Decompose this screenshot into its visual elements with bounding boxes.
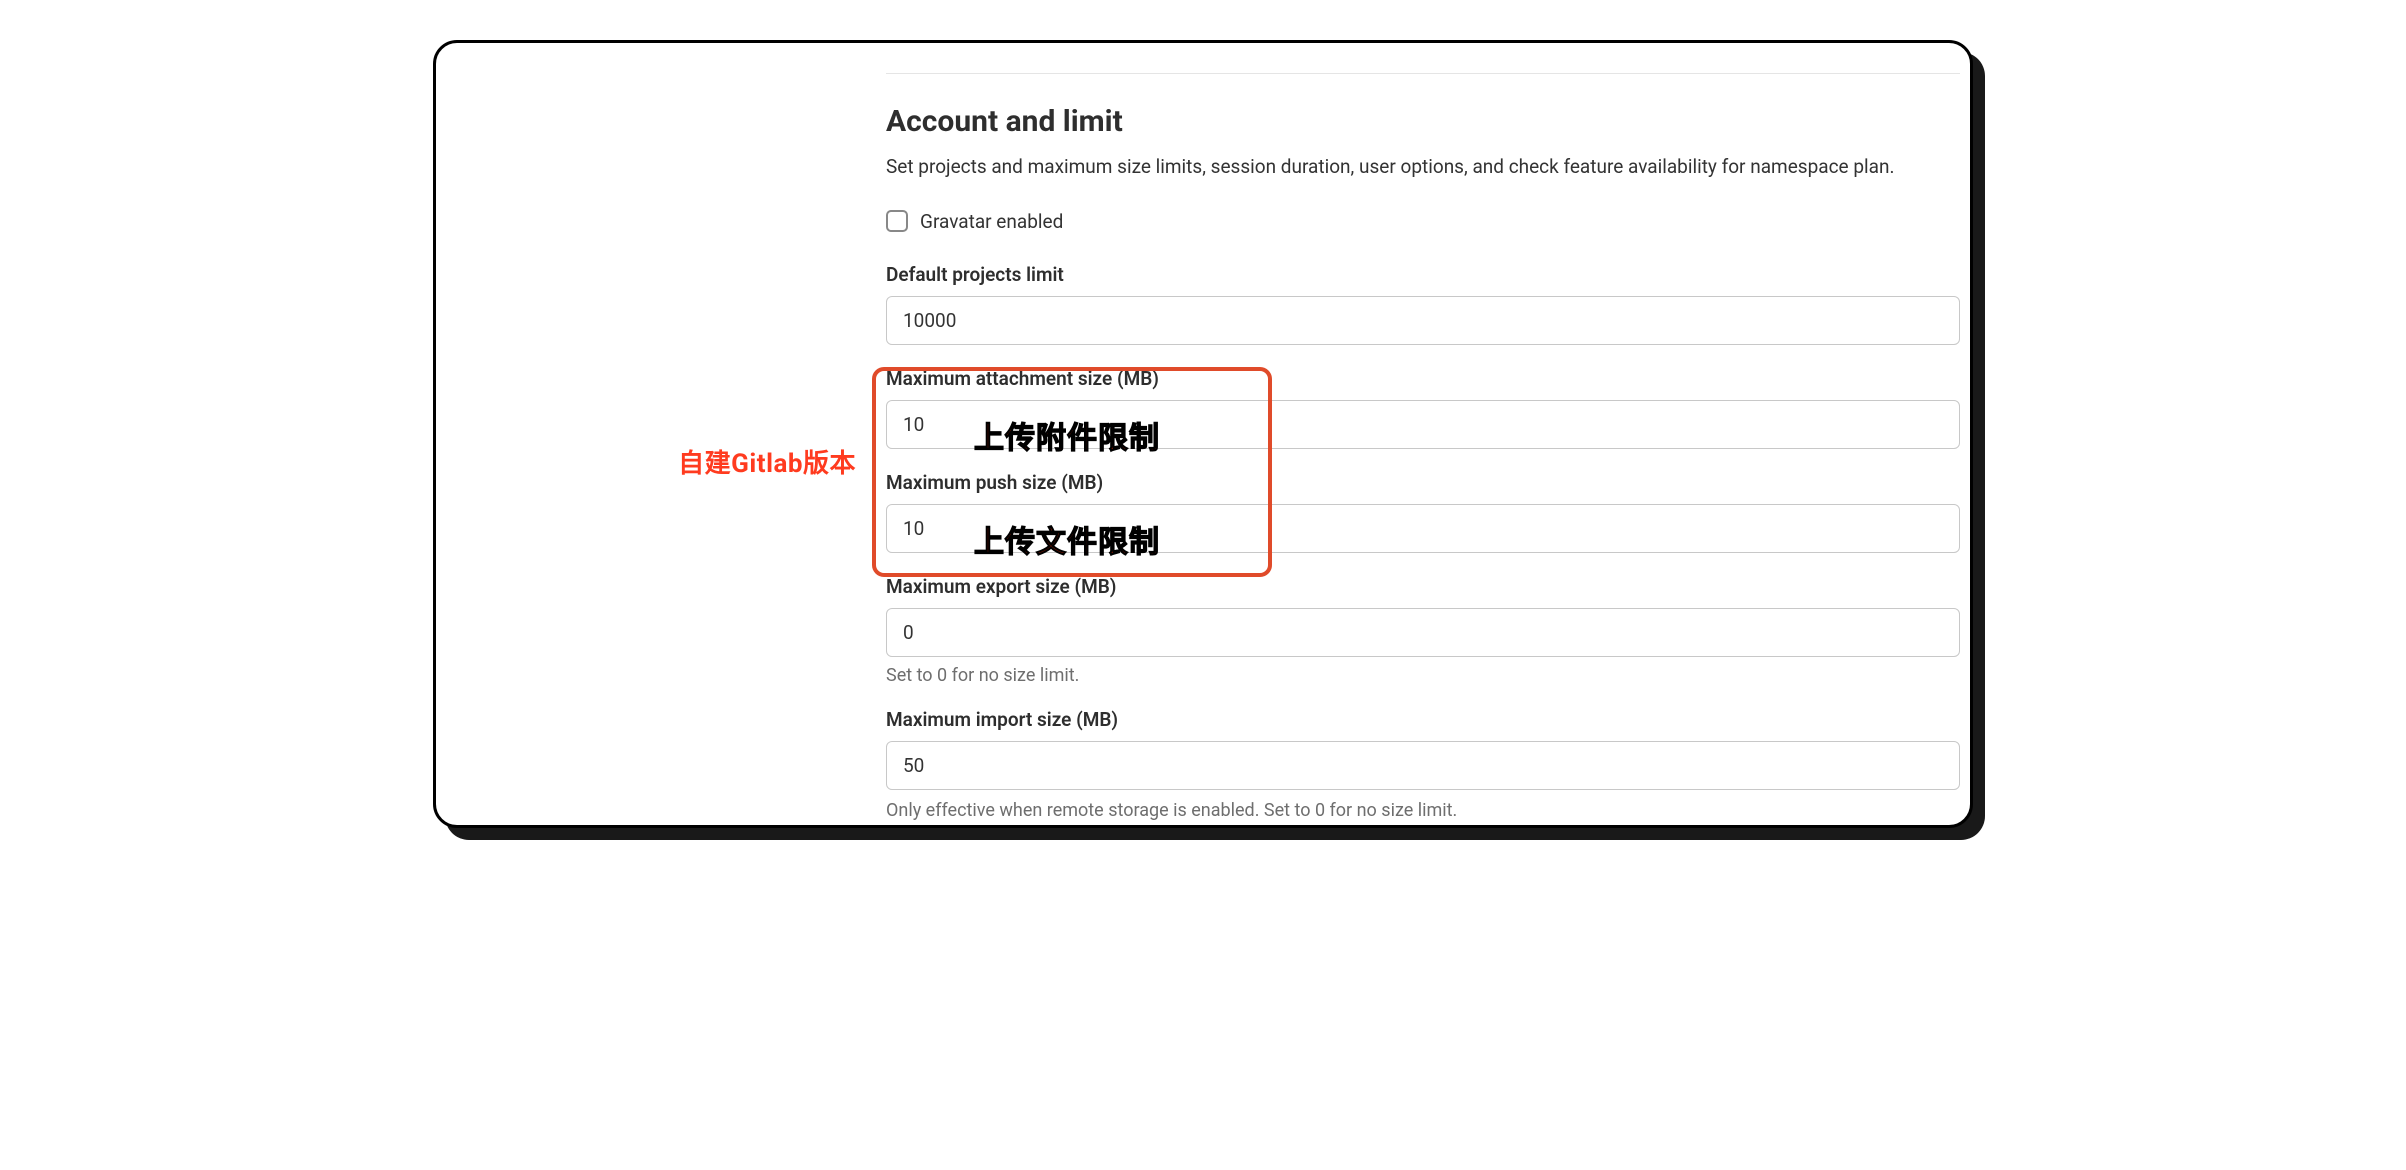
side-annotation: 自建Gitlab版本	[436, 73, 886, 480]
default-projects-limit-label: Default projects limit	[886, 263, 1960, 286]
max-import-size-help: Only effective when remote storage is en…	[886, 800, 1960, 825]
max-export-size-group: Maximum export size (MB) Set to 0 for no…	[886, 575, 1960, 686]
default-projects-limit-input[interactable]	[886, 296, 1960, 345]
gravatar-label: Gravatar enabled	[920, 210, 1063, 233]
max-push-size-group: Maximum push size (MB)	[886, 471, 1960, 553]
max-attachment-size-group: Maximum attachment size (MB)	[886, 367, 1960, 449]
max-push-size-label: Maximum push size (MB)	[886, 471, 1960, 494]
section-title: Account and limit	[886, 104, 1960, 139]
side-annotation-text: 自建Gitlab版本	[678, 449, 856, 479]
max-export-size-input[interactable]	[886, 608, 1960, 657]
max-import-size-label: Maximum import size (MB)	[886, 708, 1960, 731]
max-attachment-size-input[interactable]	[886, 400, 1960, 449]
max-push-size-input[interactable]	[886, 504, 1960, 553]
section-description: Set projects and maximum size limits, se…	[886, 153, 1960, 182]
gravatar-row: Gravatar enabled	[886, 210, 1960, 233]
max-export-size-help: Set to 0 for no size limit.	[886, 665, 1960, 686]
max-import-size-input[interactable]	[886, 741, 1960, 790]
screenshot-frame: 自建Gitlab版本 Account and limit Set project…	[433, 40, 1973, 828]
max-attachment-size-label: Maximum attachment size (MB)	[886, 367, 1960, 390]
content-row: 自建Gitlab版本 Account and limit Set project…	[436, 73, 1970, 825]
gravatar-checkbox[interactable]	[886, 210, 908, 232]
divider	[886, 73, 1960, 74]
settings-panel: Account and limit Set projects and maxim…	[886, 73, 1970, 825]
max-export-size-label: Maximum export size (MB)	[886, 575, 1960, 598]
default-projects-limit-group: Default projects limit	[886, 263, 1960, 345]
max-import-size-group: Maximum import size (MB)	[886, 708, 1960, 790]
